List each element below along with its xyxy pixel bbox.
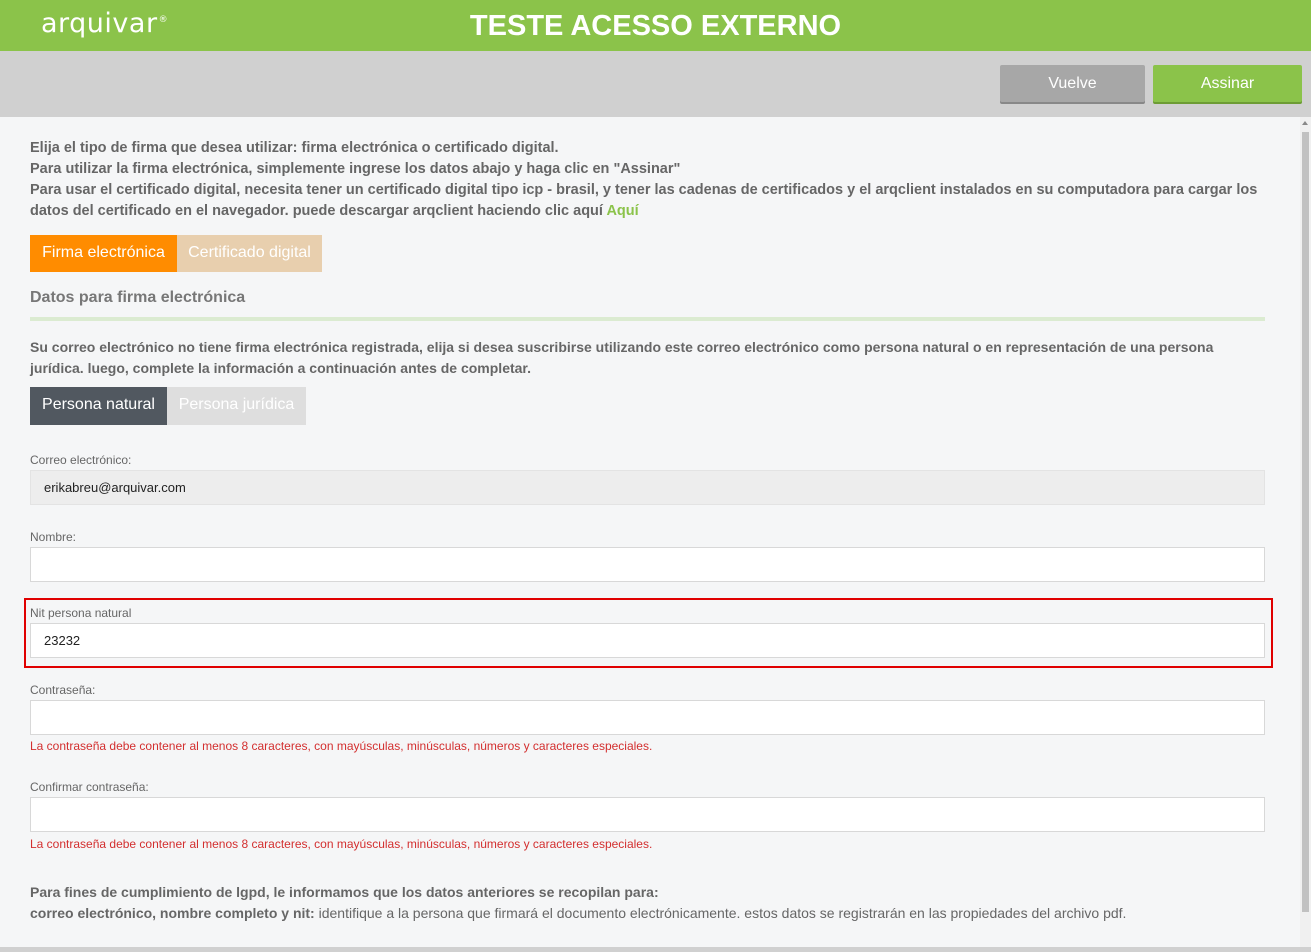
- intro-line-2: Para utilizar la firma electrónica, simp…: [30, 161, 681, 177]
- section-title: Datos para firma electrónica: [30, 289, 246, 306]
- lgpd-notice-fields: correo electrónico, nombre completo y ni…: [30, 905, 315, 921]
- sign-button[interactable]: Assinar: [1153, 65, 1302, 102]
- email-field: erikabreu@arquivar.com: [30, 470, 1265, 505]
- intro-line-1: Elija el tipo de firma que desea utiliza…: [30, 140, 559, 156]
- intro-line-3: Para usar el certificado digital, necesi…: [30, 180, 1270, 222]
- name-label: Nombre:: [30, 530, 77, 544]
- vertical-scrollbar[interactable]: [1300, 117, 1311, 952]
- confirm-password-input[interactable]: [30, 797, 1265, 832]
- back-button[interactable]: Vuelve: [1000, 65, 1145, 102]
- intro-text: Elija el tipo de firma que desea utiliza…: [30, 138, 1270, 222]
- action-toolbar: Vuelve Assinar: [0, 51, 1311, 117]
- nit-label: Nit persona natural: [30, 606, 132, 620]
- password-error: La contraseña debe contener al menos 8 c…: [30, 739, 653, 753]
- intro-line-3-text: Para usar el certificado digital, necesi…: [30, 182, 1258, 219]
- confirm-password-label: Confirmar contraseña:: [30, 780, 149, 794]
- main-content: Elija el tipo de firma que desea utiliza…: [0, 117, 1300, 947]
- page-title: TESTE ACESSO EXTERNO: [469, 10, 842, 42]
- download-arqclient-link[interactable]: Aquí: [606, 203, 638, 219]
- tab-legal-person[interactable]: Persona jurídica: [167, 387, 306, 425]
- password-input[interactable]: [30, 700, 1265, 735]
- lgpd-notice-detail: correo electrónico, nombre completo y ni…: [30, 905, 1126, 921]
- section-divider: [30, 317, 1265, 321]
- lgpd-notice-title: Para fines de cumplimiento de lgpd, le i…: [30, 884, 659, 900]
- bottom-bar: [0, 947, 1311, 952]
- scroll-thumb[interactable]: [1302, 132, 1309, 912]
- scroll-up-arrow-icon[interactable]: [1302, 121, 1308, 125]
- app-header: arquivar® TESTE ACESSO EXTERNO: [0, 0, 1311, 51]
- confirm-password-error: La contraseña debe contener al menos 8 c…: [30, 837, 653, 851]
- tab-natural-person[interactable]: Persona natural: [30, 387, 167, 425]
- name-input[interactable]: [30, 547, 1265, 582]
- tab-digital-certificate[interactable]: Certificado digital: [177, 235, 322, 272]
- tab-electronic-signature[interactable]: Firma electrónica: [30, 235, 177, 272]
- email-label: Correo electrónico:: [30, 453, 132, 467]
- registration-notice: Su correo electrónico no tiene firma ele…: [30, 339, 1214, 376]
- nit-input[interactable]: 23232: [30, 623, 1265, 658]
- password-label: Contraseña:: [30, 683, 96, 697]
- lgpd-notice-purpose: identifique a la persona que firmará el …: [314, 905, 1127, 921]
